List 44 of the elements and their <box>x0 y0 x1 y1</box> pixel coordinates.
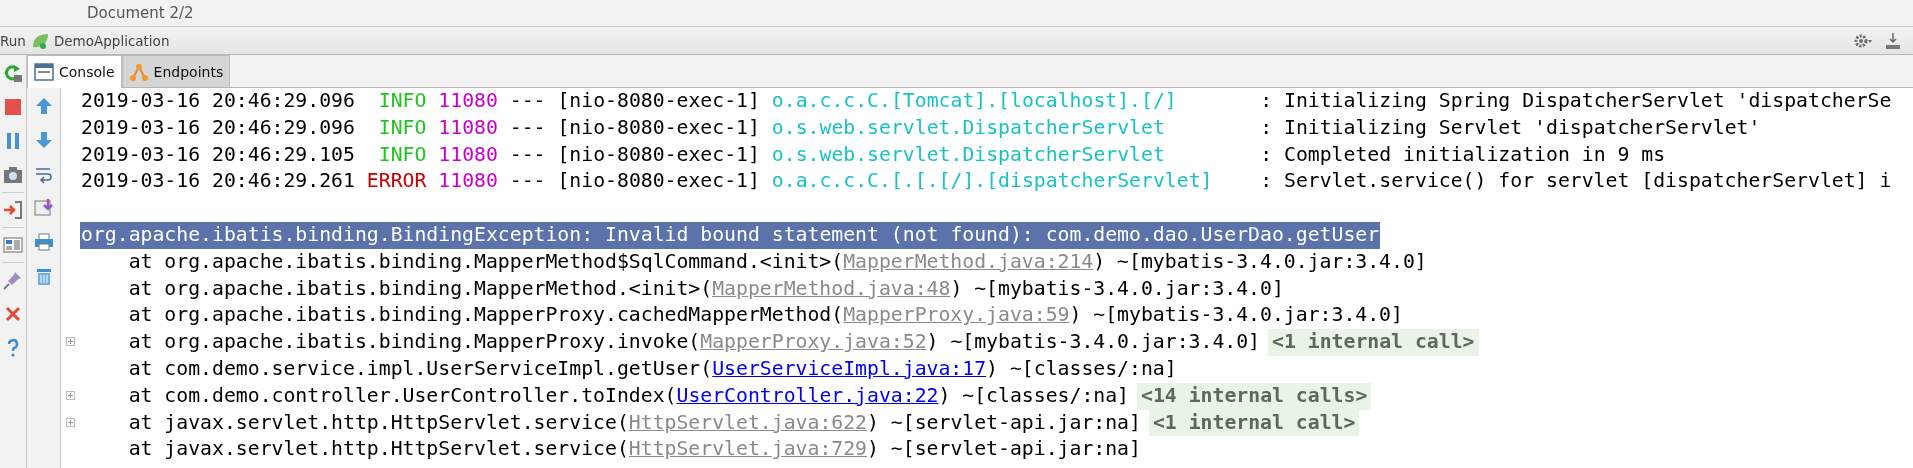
run-label: Run <box>0 32 26 49</box>
camera-icon[interactable] <box>3 165 23 185</box>
internal-calls-label[interactable]: <1 internal call> <box>1148 409 1360 437</box>
file-link[interactable]: MapperMethod.java:48 <box>712 276 951 300</box>
file-link[interactable]: UserController.java:22 <box>676 383 939 407</box>
expand-icon[interactable] <box>66 417 75 427</box>
expand-icon[interactable] <box>66 390 75 400</box>
console-icon[interactable] <box>34 62 54 82</box>
file-link[interactable]: HttpServlet.java:622 <box>628 410 867 434</box>
file-link[interactable]: UserServiceImpl.java:17 <box>712 356 987 380</box>
file-link[interactable]: HttpServlet.java:729 <box>628 437 867 461</box>
stop-icon[interactable] <box>3 97 23 117</box>
log-line: 2019-03-16 20:46:29.096 INFO 11080 --- [nio-8080-exec-1] o.a.c.c.C.[Tomcat].[localhost].[/] : Initializing Spring DispatcherServlet 'dispatcherSe <box>81 88 1892 114</box>
stack-trace-line: at com.demo.controller.UserController.toIndex(UserController.java:22) ~[classes/:na] <box>127 382 1130 409</box>
file-link[interactable]: MapperMethod.java:214 <box>843 249 1094 273</box>
expand-icon[interactable] <box>66 337 75 347</box>
layout-icon[interactable] <box>3 235 23 255</box>
scroll-to-end-icon[interactable] <box>33 198 54 218</box>
stack-trace-line: at javax.servlet.http.HttpServlet.service(HttpServlet.java:729) ~[servlet-api.jar:na] <box>127 436 1141 463</box>
exception-message: org.apache.ibatis.binding.BindingException: Invalid bound statement (not found): com.demo.dao.UserDao.getUser <box>80 222 1381 249</box>
stack-trace-line: at org.apache.ibatis.binding.MapperProxy.cachedMapperMethod(MapperProxy.java:59) ~[mybatis-3.4.0.jar:3.4.0] <box>127 302 1403 329</box>
nodes-icon[interactable] <box>128 61 149 82</box>
file-link[interactable]: MapperProxy.java:52 <box>700 330 927 354</box>
document-title: Document 2/2 <box>87 4 194 22</box>
internal-calls-label[interactable]: <1 internal call> <box>1268 329 1479 356</box>
log-line: 2019-03-16 20:46:29.105 INFO 11080 --- [nio-8080-exec-1] o.s.web.servlet.DispatcherServlet : Completed initialization in 9 ms <box>81 141 1666 168</box>
log-line: 2019-03-16 20:46:29.096 INFO 11080 --- [nio-8080-exec-1] o.s.web.servlet.DispatcherServlet : Initializing Servlet 'dispatcherServlet' <box>81 114 1761 141</box>
exit-icon[interactable] <box>3 200 23 220</box>
stack-trace-line: at javax.servlet.http.HttpServlet.service(HttpServlet.java:622) ~[servlet-api.jar:na] <box>127 409 1141 436</box>
stack-trace-line: at org.apache.ibatis.binding.MapperMethod$SqlCommand.<init>(MapperMethod.java:214) ~[mybatis-3.4.0.jar:3.4.0] <box>127 248 1427 275</box>
log-line: 2019-03-16 20:46:29.261 ERROR 11080 --- [nio-8080-exec-1] o.a.c.c.C.[.[.[/].[dispatcherServlet] : Servlet.service() for servlet [dispatcherServlet] i <box>81 168 1892 195</box>
run-configuration[interactable]: DemoApplication <box>53 32 170 49</box>
print-icon[interactable] <box>33 232 54 252</box>
pin-icon[interactable] <box>3 270 23 290</box>
close-icon[interactable] <box>3 304 23 324</box>
rerun-icon[interactable] <box>3 63 23 83</box>
stack-trace-line: at com.demo.service.impl.UserServiceImpl.getUser(UserServiceImpl.java:17) ~[classes/:na] <box>127 355 1177 382</box>
console-tab[interactable]: Endpoints <box>121 55 231 87</box>
hide-panel-icon[interactable] <box>1883 30 1903 51</box>
stack-trace-line: at org.apache.ibatis.binding.MapperMethod.<init>(MapperMethod.java:48) ~[mybatis-3.4.0.jar:3.4.0] <box>127 275 1284 302</box>
file-link[interactable]: MapperProxy.java:59 <box>843 303 1070 327</box>
stack-trace-line: at org.apache.ibatis.binding.MapperProxy.invoke(MapperProxy.java:52) ~[mybatis-3.4.0.jar:3.4.0] <box>127 329 1261 356</box>
console-tab[interactable]: Console <box>27 55 122 88</box>
internal-calls-label[interactable]: <14 internal calls> <box>1137 382 1372 410</box>
